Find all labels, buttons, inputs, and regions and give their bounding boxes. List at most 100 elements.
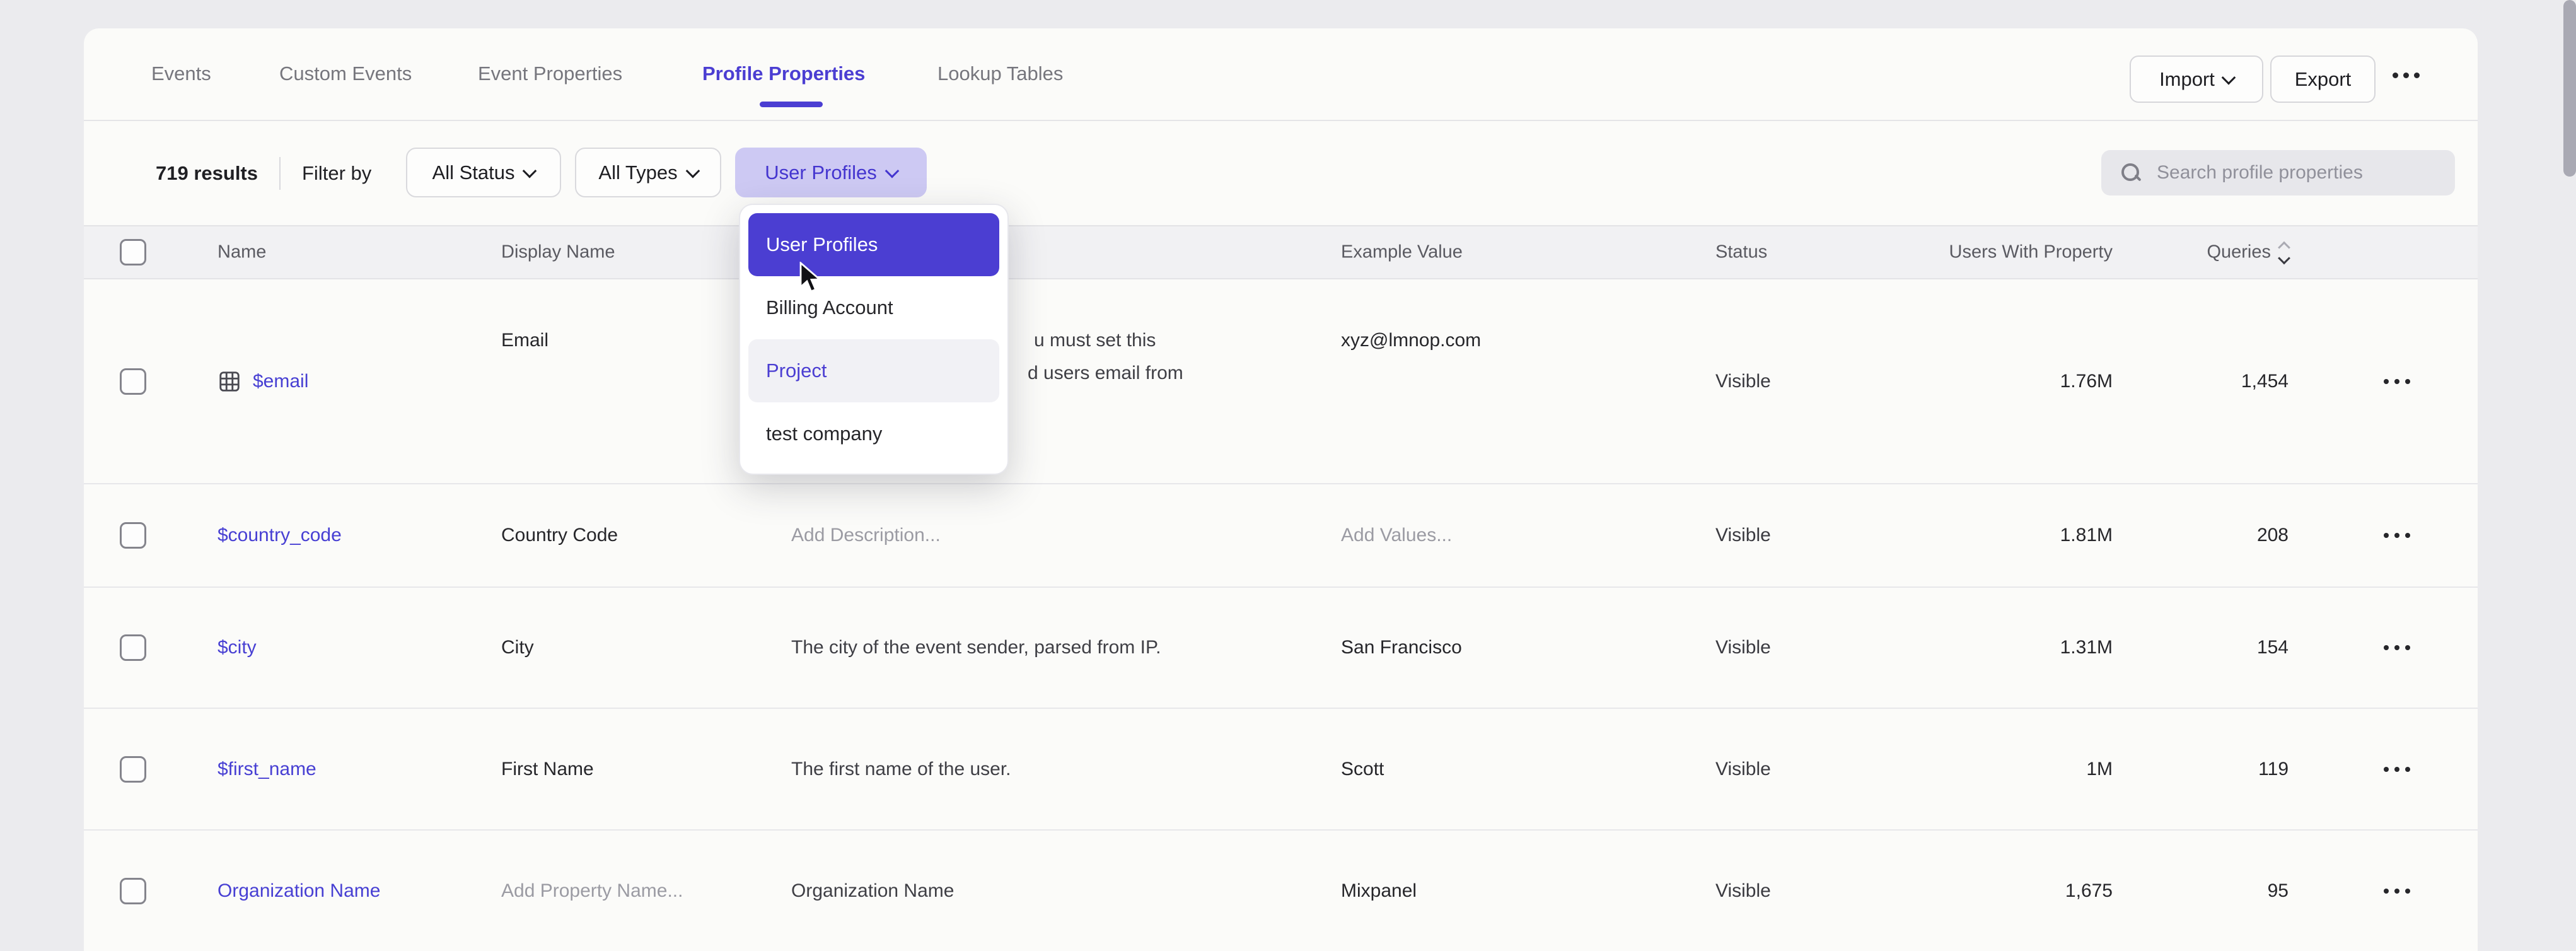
tab-events[interactable]: Events: [151, 28, 211, 119]
display-name-cell[interactable]: Email: [501, 330, 548, 351]
row-menu-button[interactable]: [2384, 379, 2410, 384]
search-input[interactable]: Search profile properties: [2101, 150, 2455, 195]
example-value-cell[interactable]: Scott: [1341, 759, 1384, 780]
column-header-users-with-property[interactable]: Users With Property: [1949, 242, 2113, 263]
row-checkbox[interactable]: [120, 756, 146, 783]
import-button-label: Import: [2159, 68, 2215, 91]
export-button[interactable]: Export: [2270, 55, 2376, 103]
row-menu-button[interactable]: [2384, 767, 2410, 772]
table-row[interactable]: $email Email u must set this d users ema…: [84, 279, 2478, 483]
example-value-placeholder[interactable]: Add Values...: [1341, 525, 1452, 546]
divider: [279, 157, 281, 190]
menu-item-user-profiles[interactable]: User Profiles: [748, 213, 999, 276]
users-with-property-cell: 1.81M: [2060, 525, 2113, 546]
tab-event-properties[interactable]: Event Properties: [478, 28, 622, 119]
status-cell: Visible: [1715, 525, 1771, 546]
vertical-scrollbar[interactable]: [2563, 0, 2576, 177]
property-name-link[interactable]: $country_code: [218, 525, 342, 546]
table-row[interactable]: $city City The city of the event sender,…: [84, 586, 2478, 708]
entity-filter-dropdown[interactable]: User Profiles: [735, 148, 927, 197]
status-filter-dropdown[interactable]: All Status: [406, 148, 561, 197]
users-with-property-cell: 1.76M: [2060, 371, 2113, 392]
display-name-cell[interactable]: Country Code: [501, 525, 618, 546]
display-name-cell[interactable]: City: [501, 637, 534, 658]
example-value-cell[interactable]: San Francisco: [1341, 637, 1462, 658]
users-with-property-cell: 1.31M: [2060, 637, 2113, 658]
display-name-cell[interactable]: First Name: [501, 759, 594, 780]
ellipsis-icon: [2393, 73, 2398, 78]
users-with-property-cell: 1M: [2086, 759, 2113, 780]
search-placeholder: Search profile properties: [2157, 162, 2363, 184]
column-header-name[interactable]: Name: [218, 242, 266, 263]
queries-cell: 154: [2257, 637, 2289, 658]
menu-item-billing-account[interactable]: Billing Account: [748, 276, 999, 339]
filter-bar: 719 results Filter by All Status All Typ…: [84, 121, 2478, 225]
row-checkbox[interactable]: [120, 368, 146, 395]
chevron-down-icon: [523, 163, 537, 178]
sort-icon[interactable]: [2280, 243, 2289, 262]
chevron-down-icon: [885, 163, 899, 178]
lookup-table-grid-icon: [218, 370, 241, 394]
status-cell: Visible: [1715, 880, 1771, 902]
type-filter-dropdown[interactable]: All Types: [575, 148, 721, 197]
table-row[interactable]: $country_code Country Code Add Descripti…: [84, 483, 2478, 586]
type-filter-label: All Types: [598, 161, 677, 184]
row-menu-button[interactable]: [2384, 645, 2410, 650]
status-cell: Visible: [1715, 371, 1771, 392]
search-icon: [2121, 163, 2140, 182]
tab-custom-events[interactable]: Custom Events: [279, 28, 412, 119]
status-filter-label: All Status: [432, 161, 515, 184]
row-checkbox[interactable]: [120, 878, 146, 904]
entity-filter-menu: User Profiles Billing Account Project te…: [739, 204, 1009, 475]
users-with-property-cell: 1,675: [2065, 880, 2113, 902]
row-menu-button[interactable]: [2384, 533, 2410, 538]
property-name-link[interactable]: Organization Name: [218, 880, 380, 902]
results-count: 719 results: [156, 162, 258, 185]
row-checkbox[interactable]: [120, 522, 146, 549]
example-value-cell[interactable]: Mixpanel: [1341, 880, 1417, 902]
content-card: Events Custom Events Event Properties Pr…: [84, 28, 2478, 951]
description-cell[interactable]: Organization Name: [791, 880, 954, 902]
status-cell: Visible: [1715, 759, 1771, 780]
property-name: $email: [253, 371, 308, 392]
queries-cell: 119: [2258, 759, 2289, 780]
select-all-checkbox[interactable]: [120, 239, 146, 265]
profile-properties-screen: Events Custom Events Event Properties Pr…: [0, 0, 2576, 951]
column-header-status[interactable]: Status: [1715, 242, 1767, 263]
description-placeholder[interactable]: Add Description...: [791, 525, 941, 546]
row-menu-button[interactable]: [2384, 889, 2410, 894]
property-name-link[interactable]: $city: [218, 637, 257, 658]
column-header-example-value[interactable]: Example Value: [1341, 242, 1463, 263]
description-cell[interactable]: The city of the event sender, parsed fro…: [791, 637, 1161, 658]
column-header-display-name[interactable]: Display Name: [501, 242, 615, 263]
chevron-down-icon: [2222, 70, 2236, 85]
tabs-bar: Events Custom Events Event Properties Pr…: [84, 28, 2478, 121]
description-cell[interactable]: The first name of the user.: [791, 759, 1011, 780]
description-fragment: d users email from: [1028, 363, 1183, 384]
tab-lookup-tables[interactable]: Lookup Tables: [937, 28, 1063, 119]
queries-cell: 208: [2257, 525, 2289, 546]
table-header: Name Display Name Example Value Status U…: [84, 225, 2478, 279]
menu-item-test-company[interactable]: test company: [748, 402, 999, 465]
mouse-cursor-icon: [799, 262, 825, 295]
filter-by-label: Filter by: [302, 162, 371, 185]
column-header-queries-label: Queries: [2207, 242, 2271, 262]
property-name-link[interactable]: $email: [218, 370, 308, 394]
column-header-queries[interactable]: Queries: [2207, 242, 2289, 263]
property-name-link[interactable]: $first_name: [218, 759, 316, 780]
queries-cell: 1,454: [2241, 371, 2289, 392]
export-button-label: Export: [2295, 68, 2352, 91]
row-checkbox[interactable]: [120, 634, 146, 661]
import-button[interactable]: Import: [2130, 55, 2263, 103]
entity-filter-label: User Profiles: [765, 161, 876, 184]
table-row[interactable]: Organization Name Add Property Name... O…: [84, 829, 2478, 951]
chevron-down-icon: [685, 163, 700, 178]
active-tab-underline: [760, 102, 823, 107]
example-value-cell[interactable]: xyz@lmnop.com: [1341, 330, 1481, 351]
display-name-placeholder[interactable]: Add Property Name...: [501, 880, 683, 902]
table-row[interactable]: $first_name First Name The first name of…: [84, 708, 2478, 829]
more-options-button[interactable]: [2393, 73, 2420, 78]
menu-item-project[interactable]: Project: [748, 339, 999, 402]
description-fragment: u must set this: [1034, 330, 1156, 351]
status-cell: Visible: [1715, 637, 1771, 658]
